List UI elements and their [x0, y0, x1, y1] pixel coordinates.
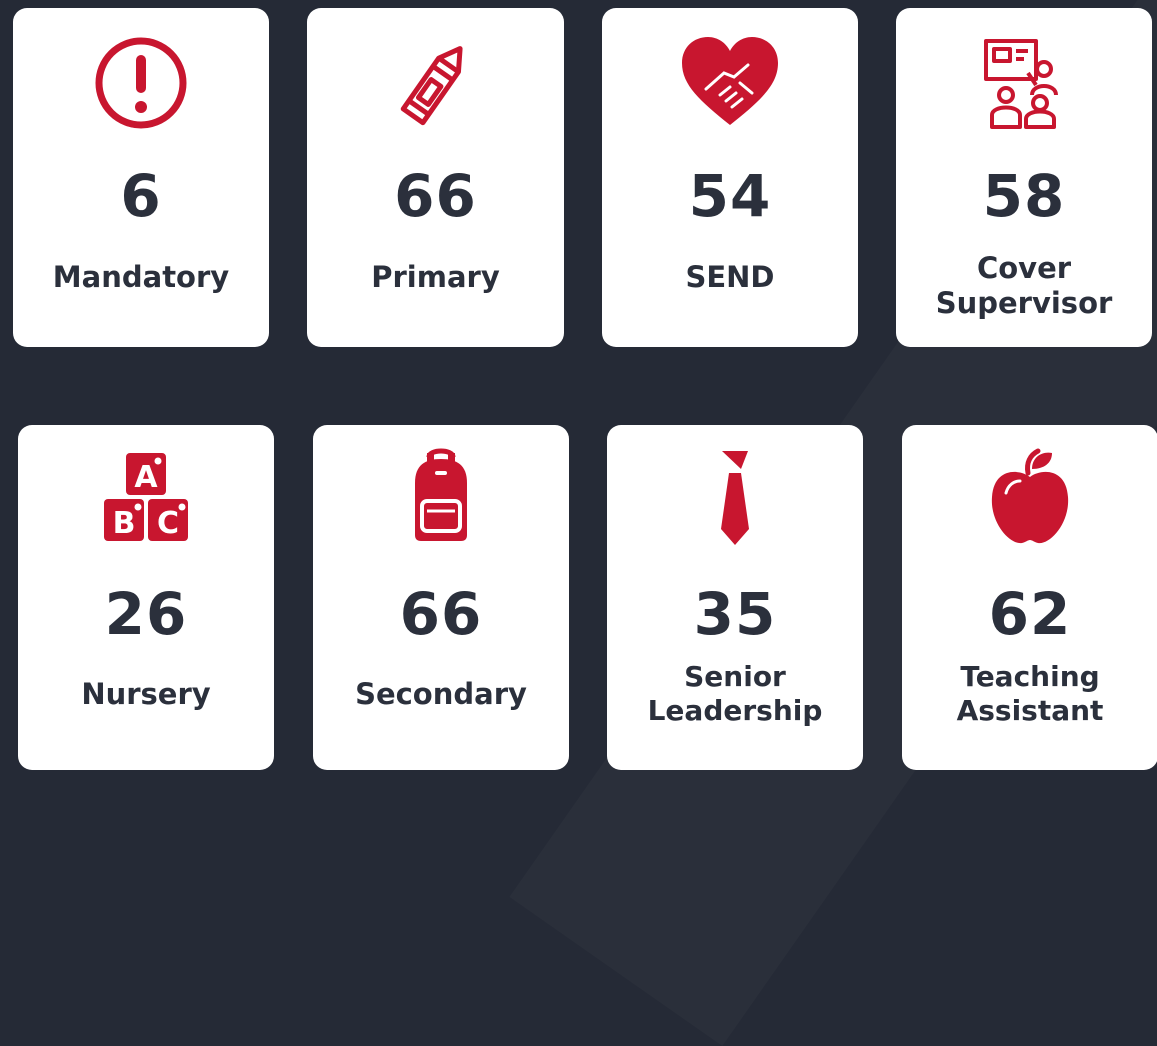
crayon-icon [400, 46, 463, 126]
svg-text:B: B [113, 506, 136, 541]
card-count: 58 [982, 162, 1066, 230]
card-label: Primary [371, 260, 500, 294]
card-count: 66 [394, 162, 477, 230]
card-label: Secondary [355, 677, 527, 711]
svg-text:C: C [157, 506, 179, 541]
category-card-cover-supervisor[interactable]: 58 Cover Supervisor [896, 8, 1152, 347]
card-label: Mandatory [52, 260, 230, 294]
heart-handshake-icon [682, 37, 778, 125]
category-card-nursery[interactable]: A B C 26 Nursery [18, 425, 274, 770]
card-count: 26 [104, 580, 188, 648]
apple-icon [991, 448, 1069, 544]
exclamation-circle-icon [95, 37, 187, 129]
category-card-teaching-assistant[interactable]: 62 Teaching Assistant [902, 425, 1157, 770]
necktie-icon [721, 451, 749, 545]
category-card-primary[interactable]: 66 Primary [307, 8, 564, 347]
svg-text:A: A [134, 460, 158, 495]
classroom-teacher-icon [984, 39, 1058, 129]
card-count: 62 [988, 580, 1072, 648]
card-count: 66 [399, 580, 483, 648]
category-card-mandatory[interactable]: 6 Mandatory [13, 8, 269, 347]
abc-blocks-icon: A B C [104, 453, 188, 541]
category-card-secondary[interactable]: 66 Secondary [313, 425, 569, 770]
card-count: 54 [688, 162, 772, 230]
card-label: Teaching Assistant [956, 660, 1104, 727]
category-card-senior-leadership[interactable]: 35 Senior Leadership [607, 425, 863, 770]
card-label: SEND [685, 260, 775, 294]
card-count: 6 [120, 162, 162, 230]
card-label: Cover Supervisor [935, 251, 1113, 320]
card-label: Nursery [81, 677, 211, 711]
category-card-send[interactable]: 54 SEND [602, 8, 858, 347]
card-label: Senior Leadership [647, 660, 823, 727]
card-count: 35 [693, 580, 777, 648]
backpack-icon [415, 448, 467, 541]
